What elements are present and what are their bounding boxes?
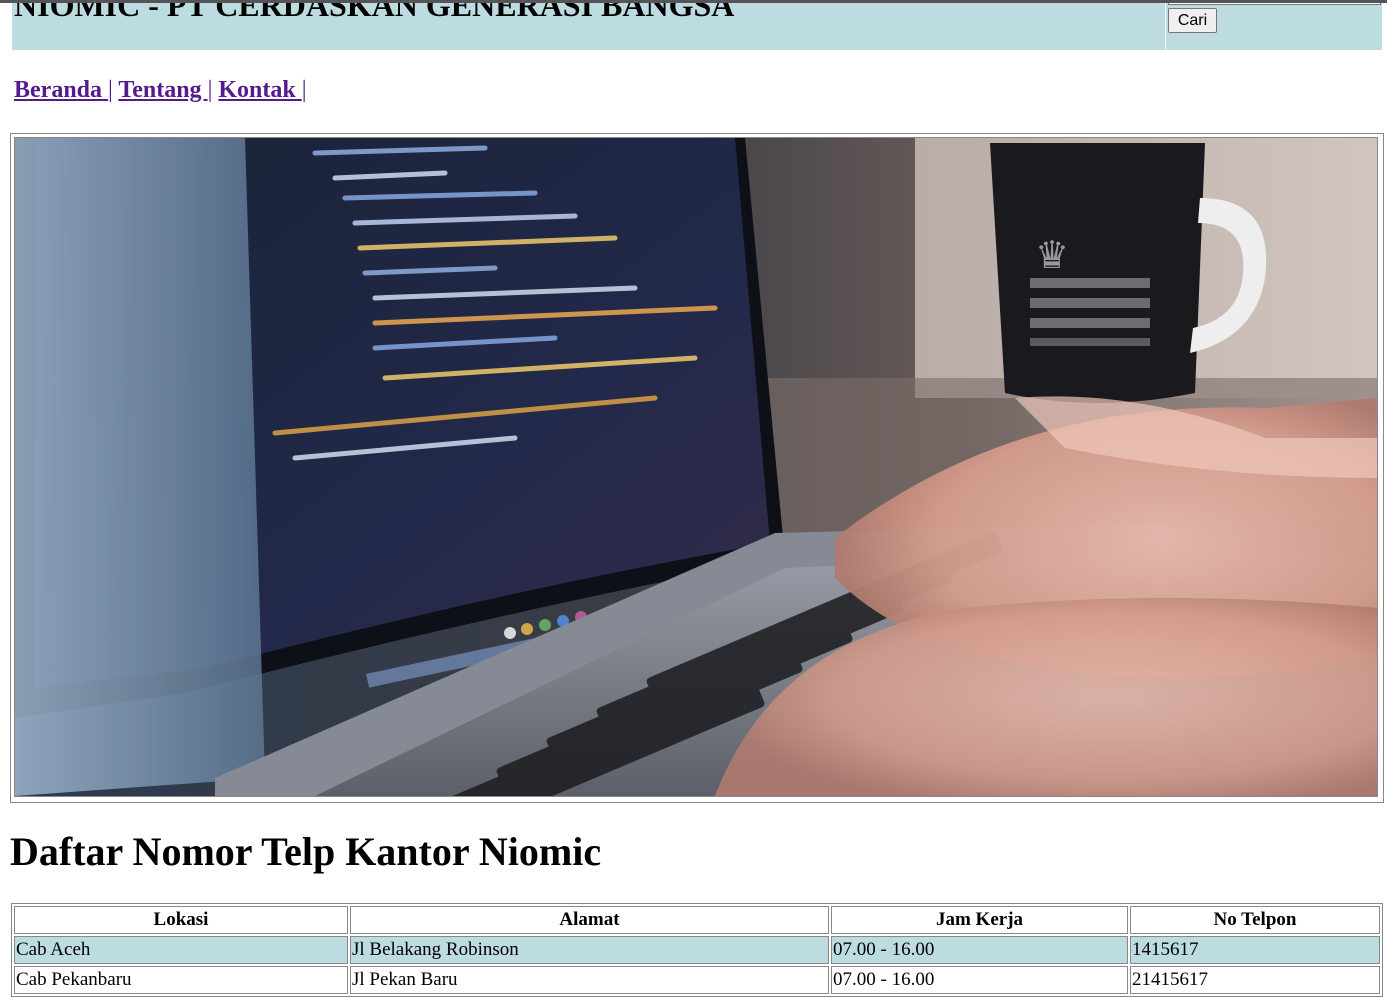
nav-link-beranda[interactable]: Beranda [14, 77, 108, 103]
column-header-alamat: Alamat [350, 906, 829, 934]
nav-separator: | [108, 77, 113, 103]
cell-alamat: Jl Pekan Baru [350, 966, 829, 994]
main-nav: Beranda | Tentang | Kontak | [14, 77, 307, 104]
cell-no-telpon: 21415617 [1130, 966, 1380, 994]
column-header-jam-kerja: Jam Kerja [831, 906, 1128, 934]
nav-link-kontak[interactable]: Kontak [218, 77, 301, 103]
cell-lokasi: Cab Pekanbaru [14, 966, 348, 994]
table-header-row: Lokasi Alamat Jam Kerja No Telpon [14, 906, 1380, 934]
column-header-no-telpon: No Telpon [1130, 906, 1380, 934]
svg-text:♛: ♛ [1035, 235, 1069, 277]
nav-separator: | [301, 77, 307, 103]
cell-no-telpon: 1415617 [1130, 936, 1380, 964]
header-divider [1165, 3, 1166, 50]
nav-separator: | [207, 77, 213, 103]
office-phone-table: Lokasi Alamat Jam Kerja No Telpon Cab Ac… [11, 903, 1383, 997]
cell-lokasi: Cab Aceh [14, 936, 348, 964]
section-title: Daftar Nomor Telp Kantor Niomic [10, 829, 602, 874]
laptop-coding-photo: ♛ [15, 138, 1377, 796]
cell-alamat: Jl Belakang Robinson [350, 936, 829, 964]
nav-link-tentang[interactable]: Tentang [118, 77, 207, 103]
site-header: NIOMIC - PT CERDASKAN GENERASI BANGSA Ca… [12, 3, 1382, 50]
cell-jam-kerja: 07.00 - 16.00 [831, 966, 1128, 994]
site-title: NIOMIC - PT CERDASKAN GENERASI BANGSA [14, 3, 735, 23]
search-button[interactable]: Cari [1168, 8, 1217, 33]
cell-jam-kerja: 07.00 - 16.00 [831, 936, 1128, 964]
column-header-lokasi: Lokasi [14, 906, 348, 934]
search-input[interactable] [1168, 3, 1381, 5]
table-row: Cab Pekanbaru Jl Pekan Baru 07.00 - 16.0… [14, 966, 1380, 994]
table-row: Cab Aceh Jl Belakang Robinson 07.00 - 16… [14, 936, 1380, 964]
hero-frame: ♛ [10, 133, 1384, 803]
hero-image: ♛ [14, 137, 1378, 797]
